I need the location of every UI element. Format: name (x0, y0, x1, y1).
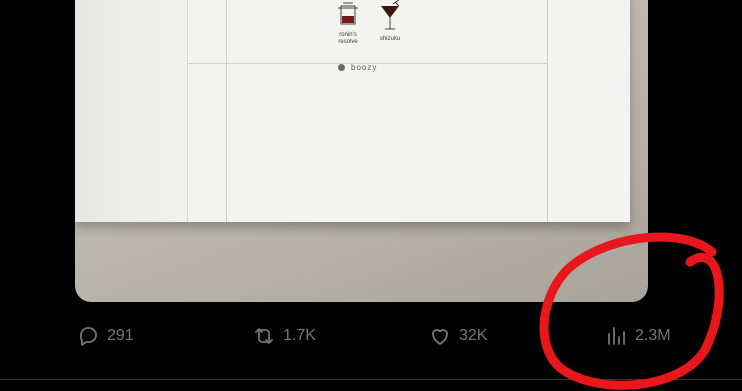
red-circle-annotation (539, 232, 724, 390)
